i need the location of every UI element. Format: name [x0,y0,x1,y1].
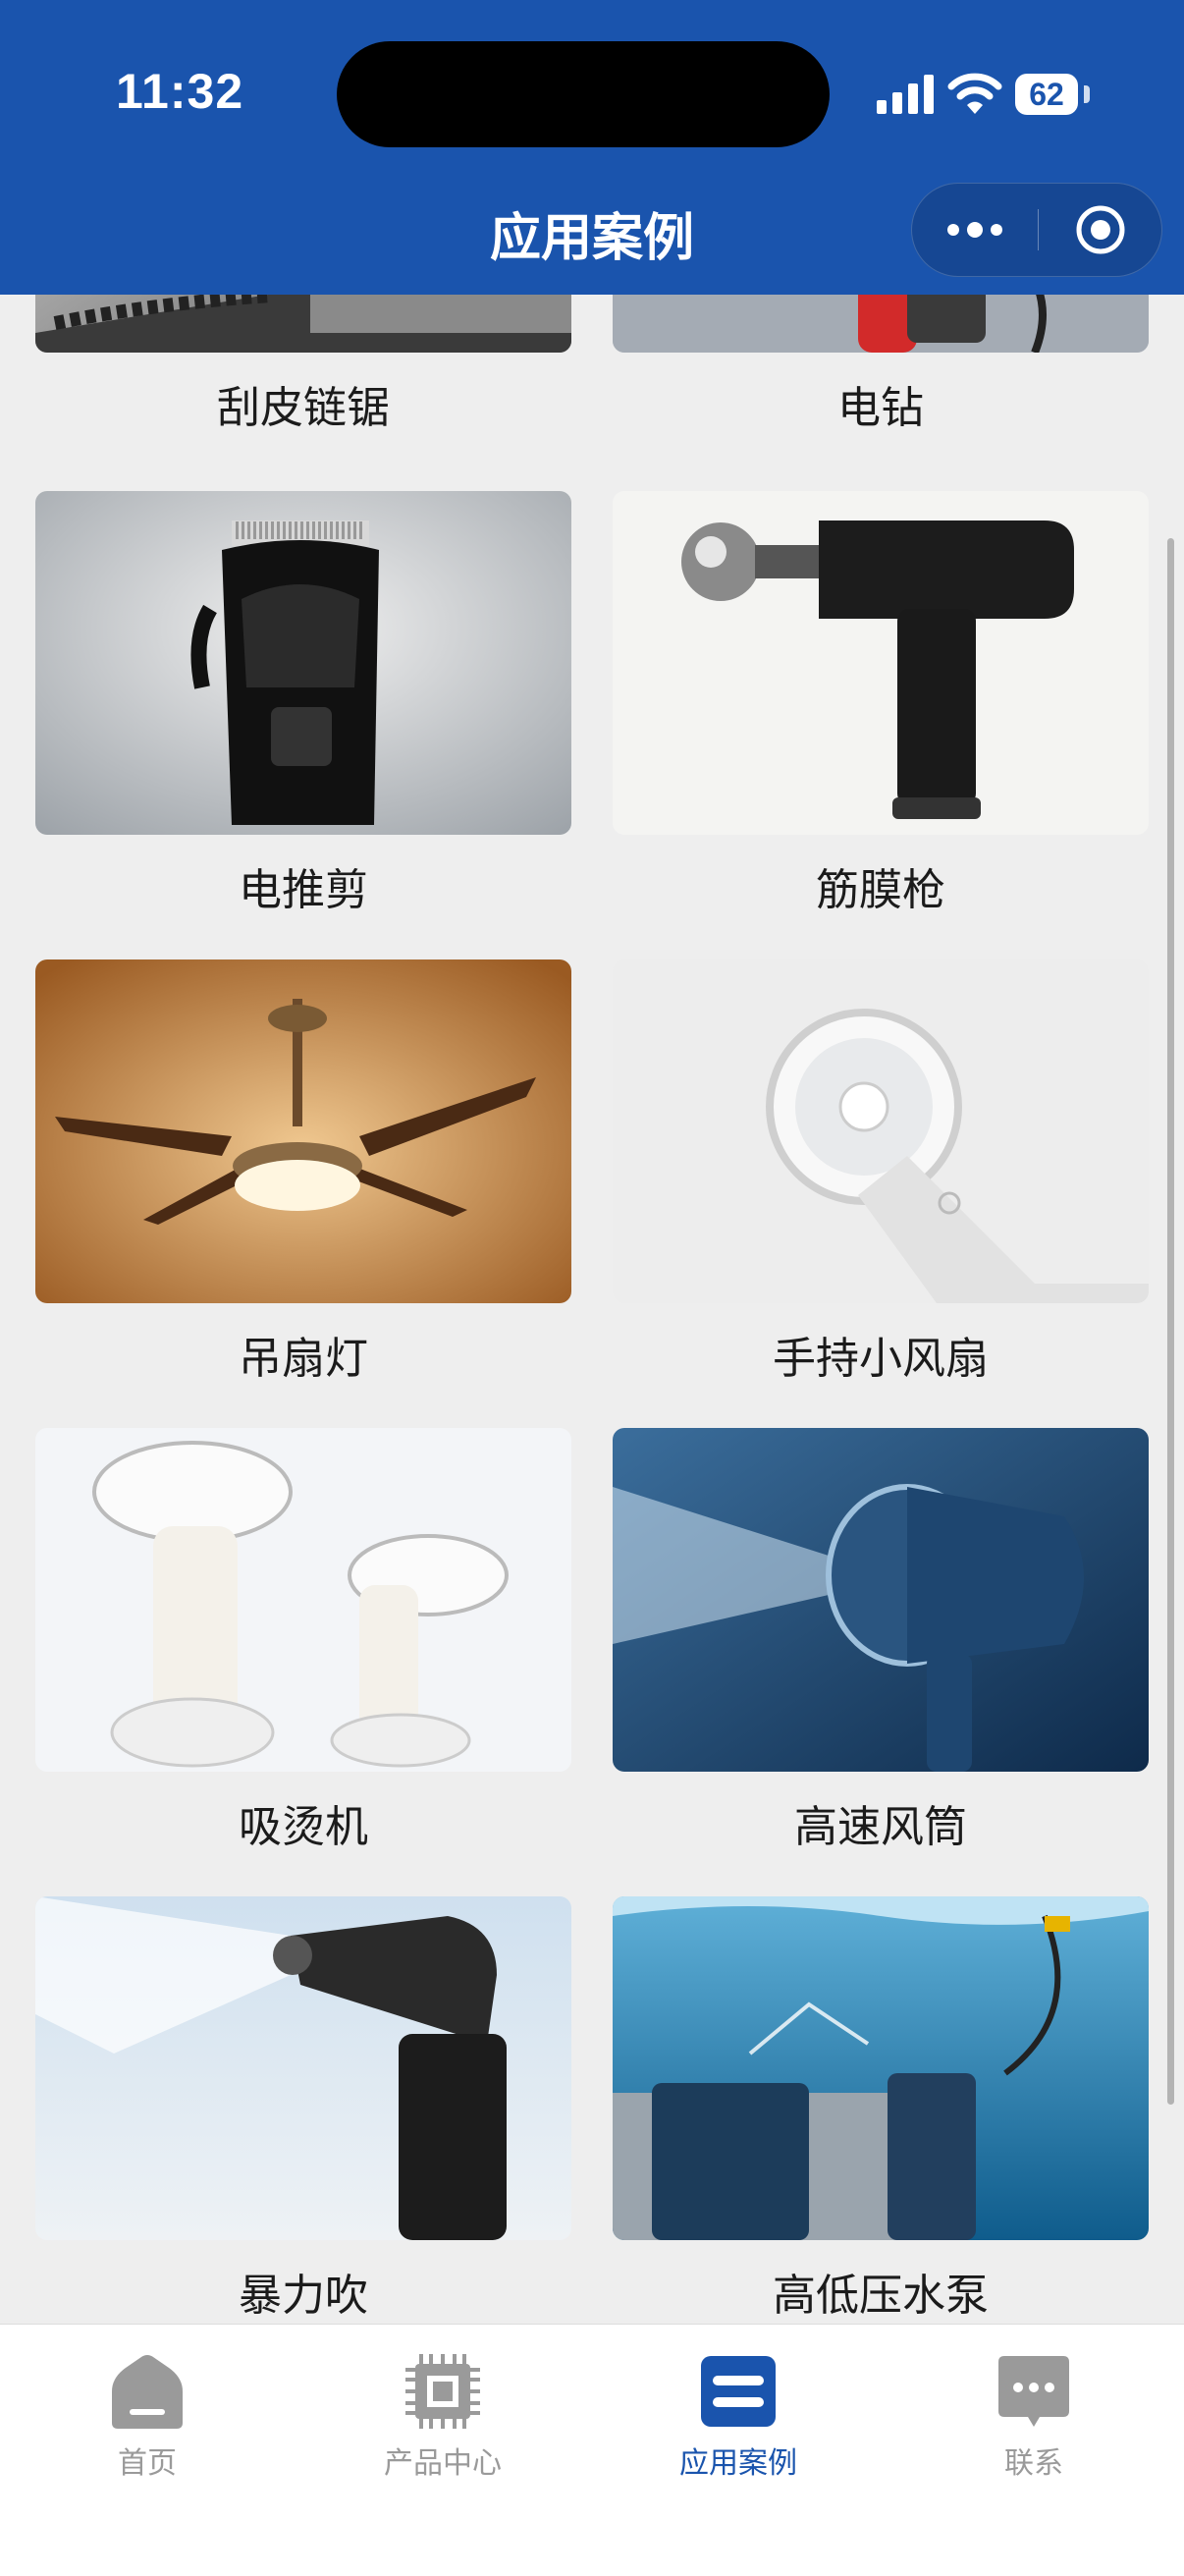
more-button[interactable] [912,184,1038,276]
case-image [613,491,1149,835]
bottom-tab-bar: 首页 产品中心 应用案例 联系 [0,2324,1184,2576]
tab-label: 产品中心 [384,2446,502,2481]
scrollbar[interactable] [1167,538,1174,2105]
tab-home[interactable]: 首页 [49,2338,245,2486]
case-image [35,1896,571,2240]
target-close-icon [1076,205,1125,254]
case-label: 手持小风扇 [773,1334,989,1384]
case-image [35,959,571,1303]
tab-label: 联系 [1004,2446,1063,2481]
case-image [613,959,1149,1303]
chip-icon [405,2354,480,2429]
case-label: 电推剪 [239,865,368,915]
case-label: 暴力吹 [239,2271,368,2321]
cases-icon [701,2356,776,2427]
case-label: 电钻 [837,383,924,433]
case-label: 刮皮链锯 [217,383,390,433]
case-image [613,1428,1149,1772]
cellular-signal-icon [877,75,934,114]
wifi-icon [947,73,1002,114]
more-dots-icon [947,222,1002,238]
tab-products[interactable]: 产品中心 [345,2338,541,2486]
dynamic-island [337,41,830,147]
case-image [35,1428,571,1772]
case-label: 吊扇灯 [239,1334,368,1384]
case-label: 高速风筒 [794,1802,967,1852]
status-time: 11:32 [116,64,244,119]
tab-cases[interactable]: 应用案例 [640,2338,836,2486]
case-label: 吸烫机 [239,1802,368,1852]
case-image [35,491,571,835]
tab-label: 首页 [118,2446,177,2481]
case-label: 筋膜枪 [816,865,945,915]
close-miniprogram-button[interactable] [1038,184,1163,276]
tab-label: 应用案例 [679,2446,797,2481]
battery-indicator: 62 [1015,74,1078,115]
app-header: 11:32 62 应用案例 [0,0,1184,295]
case-image [613,1896,1149,2240]
home-icon [112,2355,183,2429]
tab-contact[interactable]: 联系 [936,2338,1132,2486]
case-label: 高低压水泵 [773,2271,989,2321]
battery-cap [1084,85,1090,103]
chat-icon [998,2356,1069,2427]
miniprogram-capsule [911,183,1162,277]
